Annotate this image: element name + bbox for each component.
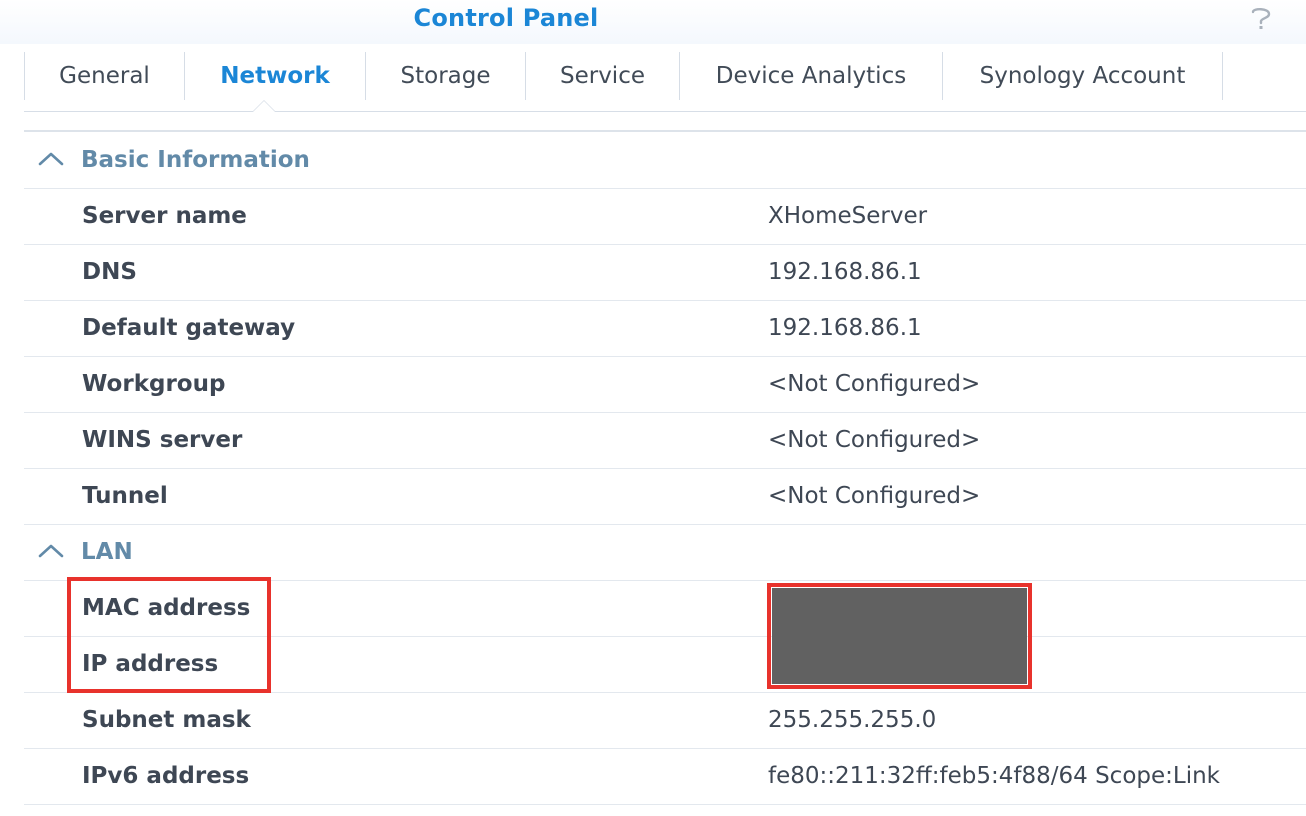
row-label: IPv6 address (82, 763, 250, 789)
chevron-up-icon[interactable] (37, 541, 65, 561)
window-title: Control Panel (413, 4, 599, 32)
row-label: Server name (82, 203, 247, 229)
row-value: <Not Configured> (768, 427, 981, 453)
section-title: LAN (81, 539, 133, 565)
info-row-wins-server: WINS server <Not Configured> (24, 412, 1306, 469)
tab-service[interactable]: Service (526, 52, 679, 100)
section-header-basic-information[interactable]: Basic Information (24, 132, 1306, 189)
title-bar: Control Panel (0, 0, 1306, 44)
row-label: Tunnel (82, 483, 168, 509)
row-label: WINS server (82, 427, 243, 453)
row-value: <Not Configured> (768, 483, 981, 509)
info-row-ipv6-address: IPv6 address fe80::211:32ff:feb5:4f88/64… (24, 748, 1306, 805)
row-value: 192.168.86.1 (768, 259, 922, 285)
row-value: <Not Configured> (768, 371, 981, 397)
row-value: fe80::211:32ff:feb5:4f88/64 Scope:Link (768, 763, 1220, 789)
row-value: XHomeServer (768, 203, 928, 229)
active-tab-pointer (252, 100, 276, 112)
info-row-server-name: Server name XHomeServer (24, 188, 1306, 245)
row-value: 255.255.255.0 (768, 707, 937, 733)
info-row-subnet-mask: Subnet mask 255.255.255.0 (24, 692, 1306, 749)
tab-network[interactable]: Network (185, 52, 365, 100)
row-label: Default gateway (82, 315, 296, 341)
help-question-icon[interactable] (1248, 6, 1274, 32)
row-label: DNS (82, 259, 137, 285)
info-row-default-gateway: Default gateway 192.168.86.1 (24, 300, 1306, 357)
tab-general[interactable]: General (25, 52, 184, 100)
row-label: Subnet mask (82, 707, 251, 733)
section-title: Basic Information (81, 147, 310, 173)
tab-synology-account[interactable]: Synology Account (943, 52, 1222, 100)
chevron-up-icon[interactable] (37, 149, 65, 169)
tab-underline (24, 111, 1306, 112)
tab-separator (1222, 52, 1223, 100)
tab-storage[interactable]: Storage (366, 52, 525, 100)
row-label: Workgroup (82, 371, 226, 397)
info-row-dns: DNS 192.168.86.1 (24, 244, 1306, 301)
info-row-workgroup: Workgroup <Not Configured> (24, 356, 1306, 413)
row-value: 192.168.86.1 (768, 315, 922, 341)
section-header-lan[interactable]: LAN (24, 524, 1306, 581)
value-highlight-box (767, 583, 1032, 689)
label-highlight-box (67, 577, 271, 693)
info-row-tunnel: Tunnel <Not Configured> (24, 468, 1306, 525)
tab-bar: General Network Storage Service Device A… (24, 52, 1306, 100)
tab-device-analytics[interactable]: Device Analytics (680, 52, 942, 100)
